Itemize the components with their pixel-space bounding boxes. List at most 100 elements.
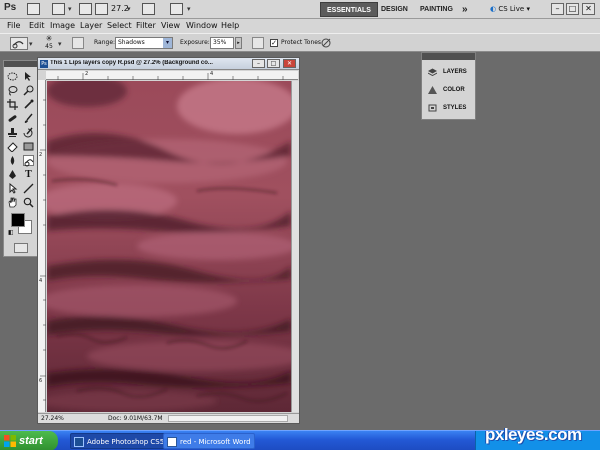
chevron-down-icon[interactable]: ▾	[29, 40, 33, 48]
default-colors-icon[interactable]: ◧	[8, 229, 14, 236]
brush-dot-icon: ✳	[45, 34, 53, 43]
watermark-brand: pxleyes	[485, 425, 544, 444]
document-close-button[interactable]: ✕	[283, 59, 296, 68]
zoom-tool-icon[interactable]	[23, 197, 34, 208]
protect-tones-label: Protect Tones	[281, 39, 322, 46]
line-tool-icon[interactable]	[23, 183, 34, 194]
minimize-button[interactable]: –	[551, 3, 564, 15]
cs-live-button[interactable]: ◐ CS Live ▾	[490, 3, 530, 16]
image-canvas[interactable]	[47, 81, 291, 412]
brush-panel-toggle-icon[interactable]	[72, 37, 84, 49]
document-status-bar: 27.24% Doc: 9.01M/63.7M	[38, 413, 299, 423]
ruler-ticks	[57, 73, 284, 80]
vertical-ruler[interactable]: 2 4 6	[38, 80, 46, 412]
menu-file[interactable]: File	[7, 21, 20, 30]
brush-tool-icon[interactable]	[23, 113, 34, 124]
workspace-painting-button[interactable]: PAINTING	[414, 2, 459, 17]
menu-help[interactable]: Help	[221, 21, 239, 30]
start-button[interactable]: start	[0, 431, 58, 450]
healing-brush-tool-icon[interactable]	[7, 113, 18, 124]
taskbar-item-word[interactable]: red - Microsoft Word	[163, 433, 255, 449]
ruler-label: 4	[39, 278, 43, 284]
watermark-tld: .com	[543, 425, 582, 444]
path-selection-tool-icon[interactable]	[7, 182, 18, 194]
quick-mask-icon[interactable]	[14, 243, 28, 253]
airbrush-icon[interactable]	[252, 37, 264, 49]
tool-preset-picker[interactable]	[10, 37, 28, 50]
chevron-down-icon[interactable]: ▾	[127, 5, 131, 13]
crop-tool-icon[interactable]	[7, 99, 18, 110]
foreground-color-swatch[interactable]	[11, 213, 25, 227]
workspace-essentials-button[interactable]: ESSENTIALS	[320, 2, 378, 17]
ruler-ticks	[40, 99, 46, 401]
panel-dock-header[interactable]	[422, 53, 475, 60]
chevron-down-icon[interactable]: ▾	[187, 5, 191, 13]
photoshop-app-icon	[74, 437, 84, 447]
exposure-slider-toggle[interactable]: ▸	[235, 37, 242, 49]
windows-flag-icon	[4, 435, 16, 447]
color-panel-button[interactable]: COLOR	[426, 83, 474, 97]
tablet-pressure-icon[interactable]	[320, 37, 332, 49]
menu-filter[interactable]: Filter	[136, 21, 156, 30]
workspace-design-button[interactable]: DESIGN	[375, 2, 414, 17]
hand-tool-icon[interactable]	[7, 197, 18, 208]
chevron-down-icon[interactable]: ▾	[58, 40, 62, 48]
history-brush-tool-icon[interactable]	[23, 127, 34, 138]
exposure-input[interactable]: 35%	[210, 37, 234, 49]
range-select[interactable]: Shadows ▾	[115, 37, 173, 49]
view-extras-icon[interactable]	[52, 3, 65, 15]
type-tool-icon[interactable]: T	[23, 169, 34, 180]
color-icon	[428, 86, 437, 94]
vertical-scrollbar[interactable]	[291, 81, 299, 412]
bridge-icon[interactable]	[27, 3, 40, 15]
more-workspaces-button[interactable]: »	[456, 2, 474, 17]
restore-button[interactable]: □	[566, 3, 579, 15]
chevron-down-icon: ▾	[526, 5, 530, 13]
hand-view-icon[interactable]	[79, 3, 92, 15]
zoom-view-icon[interactable]	[95, 3, 108, 15]
pen-tool-icon[interactable]	[7, 169, 18, 180]
burn-tool-icon	[12, 41, 24, 49]
range-label: Range:	[94, 39, 116, 46]
protect-tones-checkbox[interactable]: ✓	[270, 39, 278, 47]
menu-select[interactable]: Select	[107, 21, 132, 30]
brush-size-picker[interactable]: ✳ 45	[42, 35, 56, 51]
chevron-down-icon[interactable]: ▾	[68, 5, 72, 13]
blur-tool-icon[interactable]	[7, 155, 18, 166]
menu-window[interactable]: Window	[186, 21, 218, 30]
layers-panel-button[interactable]: LAYERS	[426, 65, 474, 79]
styles-icon	[428, 104, 437, 112]
marquee-tool-icon[interactable]	[7, 71, 18, 82]
clone-stamp-tool-icon[interactable]	[7, 127, 18, 138]
document-size-info[interactable]: Doc: 9.01M/63.7M	[108, 415, 163, 422]
eraser-tool-icon[interactable]	[7, 141, 18, 153]
eyedropper-tool-icon[interactable]	[23, 99, 34, 110]
burn-tool-icon[interactable]	[23, 155, 34, 167]
gradient-tool-icon[interactable]	[23, 141, 34, 152]
layers-label: LAYERS	[443, 69, 467, 75]
menu-image[interactable]: Image	[50, 21, 75, 30]
quick-selection-tool-icon[interactable]	[23, 85, 34, 96]
close-button[interactable]: ✕	[582, 3, 595, 15]
lasso-tool-icon[interactable]	[7, 85, 18, 96]
tools-panel-header[interactable]	[4, 61, 38, 67]
brush-size-value: 45	[45, 43, 53, 50]
menu-view[interactable]: View	[161, 21, 180, 30]
menu-layer[interactable]: Layer	[80, 21, 102, 30]
horizontal-ruler[interactable]: 2 4	[46, 71, 298, 80]
screen-mode-icon[interactable]	[170, 3, 183, 15]
arrange-documents-icon[interactable]	[142, 3, 155, 15]
menu-edit[interactable]: Edit	[29, 21, 45, 30]
move-tool-icon[interactable]	[23, 71, 34, 82]
ruler-label: 4	[210, 71, 214, 77]
document-restore-button[interactable]: □	[267, 59, 280, 68]
styles-panel-button[interactable]: STYLES	[426, 101, 474, 115]
taskbar-item-photoshop[interactable]: Adobe Photoshop CS5	[70, 433, 166, 449]
zoom-status[interactable]: 27.24%	[41, 415, 64, 422]
document-title-bar[interactable]: Ps This 1 Lips layers copy R.psd @ 27.2%…	[38, 58, 299, 70]
document-minimize-button[interactable]: –	[252, 59, 265, 68]
horizontal-scrollbar[interactable]	[168, 415, 288, 422]
panel-dock: LAYERS COLOR STYLES	[421, 52, 476, 120]
document-window: Ps This 1 Lips layers copy R.psd @ 27.2%…	[37, 57, 300, 424]
application-bar: Ps ▾ 27.2 ▾ ▾ ESSENTIALS DESIGN PAINTING…	[0, 0, 600, 19]
